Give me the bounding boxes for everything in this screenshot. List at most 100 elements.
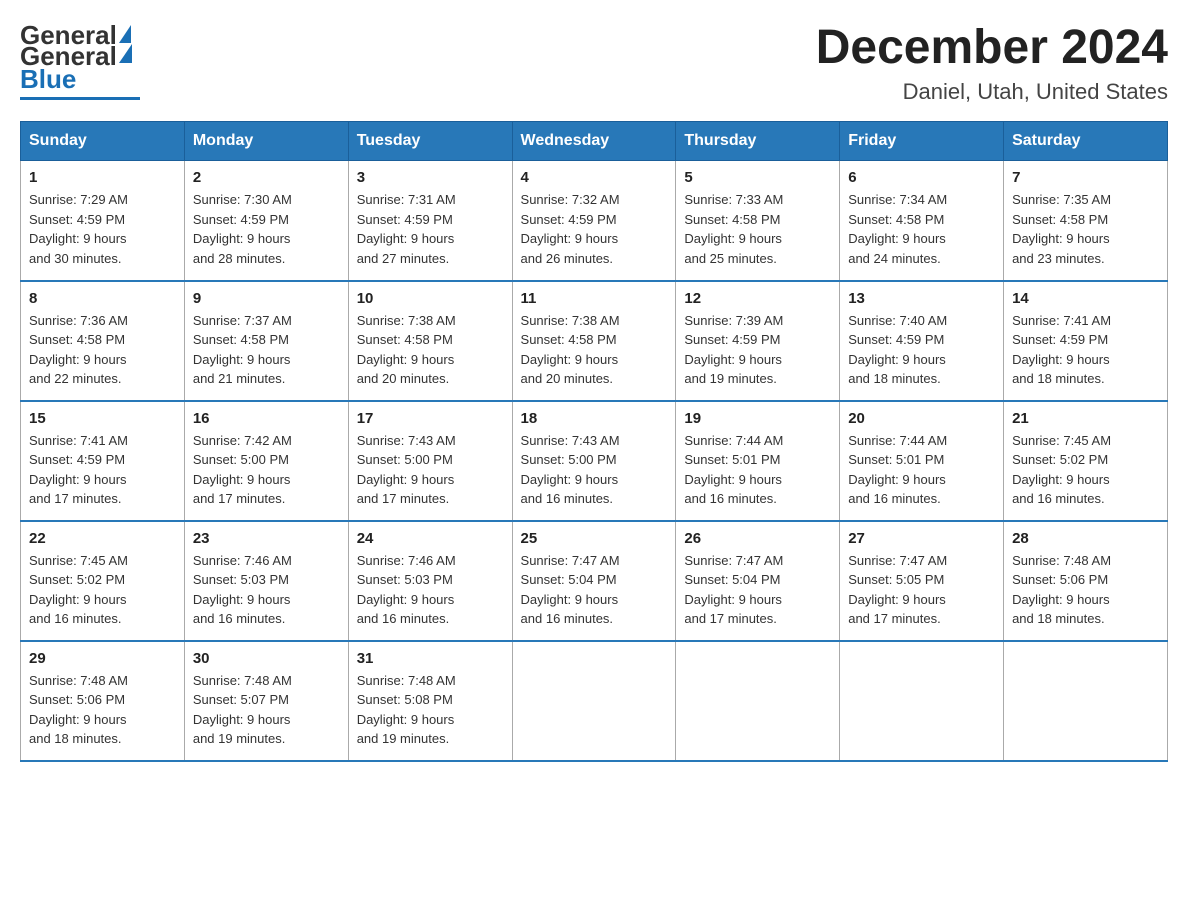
logo-triangle-icon2	[119, 44, 132, 63]
day-info: Sunrise: 7:40 AM Sunset: 4:59 PM Dayligh…	[848, 311, 995, 389]
day-number: 6	[848, 169, 995, 186]
day-number: 28	[1012, 530, 1159, 547]
calendar-cell: 10 Sunrise: 7:38 AM Sunset: 4:58 PM Dayl…	[348, 281, 512, 401]
calendar-cell	[512, 641, 676, 761]
calendar-cell: 27 Sunrise: 7:47 AM Sunset: 5:05 PM Dayl…	[840, 521, 1004, 641]
day-number: 26	[684, 530, 831, 547]
title-area: December 2024 Daniel, Utah, United State…	[816, 20, 1168, 105]
day-info: Sunrise: 7:45 AM Sunset: 5:02 PM Dayligh…	[1012, 431, 1159, 509]
location-title: Daniel, Utah, United States	[816, 79, 1168, 105]
calendar-cell: 31 Sunrise: 7:48 AM Sunset: 5:08 PM Dayl…	[348, 641, 512, 761]
day-info: Sunrise: 7:47 AM Sunset: 5:05 PM Dayligh…	[848, 551, 995, 629]
calendar-cell: 5 Sunrise: 7:33 AM Sunset: 4:58 PM Dayli…	[676, 161, 840, 281]
day-number: 5	[684, 169, 831, 186]
week-row-3: 15 Sunrise: 7:41 AM Sunset: 4:59 PM Dayl…	[21, 401, 1168, 521]
calendar-cell	[1004, 641, 1168, 761]
calendar-cell: 6 Sunrise: 7:34 AM Sunset: 4:58 PM Dayli…	[840, 161, 1004, 281]
day-info: Sunrise: 7:37 AM Sunset: 4:58 PM Dayligh…	[193, 311, 340, 389]
calendar-cell: 2 Sunrise: 7:30 AM Sunset: 4:59 PM Dayli…	[184, 161, 348, 281]
day-info: Sunrise: 7:30 AM Sunset: 4:59 PM Dayligh…	[193, 190, 340, 268]
day-number: 1	[29, 169, 176, 186]
day-info: Sunrise: 7:34 AM Sunset: 4:58 PM Dayligh…	[848, 190, 995, 268]
col-friday: Friday	[840, 122, 1004, 161]
day-info: Sunrise: 7:43 AM Sunset: 5:00 PM Dayligh…	[357, 431, 504, 509]
calendar-cell: 1 Sunrise: 7:29 AM Sunset: 4:59 PM Dayli…	[21, 161, 185, 281]
week-row-5: 29 Sunrise: 7:48 AM Sunset: 5:06 PM Dayl…	[21, 641, 1168, 761]
col-monday: Monday	[184, 122, 348, 161]
calendar-cell: 23 Sunrise: 7:46 AM Sunset: 5:03 PM Dayl…	[184, 521, 348, 641]
day-info: Sunrise: 7:35 AM Sunset: 4:58 PM Dayligh…	[1012, 190, 1159, 268]
day-info: Sunrise: 7:44 AM Sunset: 5:01 PM Dayligh…	[684, 431, 831, 509]
calendar-cell: 7 Sunrise: 7:35 AM Sunset: 4:58 PM Dayli…	[1004, 161, 1168, 281]
day-number: 8	[29, 290, 176, 307]
day-info: Sunrise: 7:45 AM Sunset: 5:02 PM Dayligh…	[29, 551, 176, 629]
calendar-cell: 19 Sunrise: 7:44 AM Sunset: 5:01 PM Dayl…	[676, 401, 840, 521]
calendar-header: Sunday Monday Tuesday Wednesday Thursday…	[21, 122, 1168, 161]
day-info: Sunrise: 7:31 AM Sunset: 4:59 PM Dayligh…	[357, 190, 504, 268]
day-number: 27	[848, 530, 995, 547]
day-info: Sunrise: 7:47 AM Sunset: 5:04 PM Dayligh…	[684, 551, 831, 629]
day-info: Sunrise: 7:41 AM Sunset: 4:59 PM Dayligh…	[1012, 311, 1159, 389]
day-info: Sunrise: 7:43 AM Sunset: 5:00 PM Dayligh…	[521, 431, 668, 509]
week-row-1: 1 Sunrise: 7:29 AM Sunset: 4:59 PM Dayli…	[21, 161, 1168, 281]
calendar-cell: 15 Sunrise: 7:41 AM Sunset: 4:59 PM Dayl…	[21, 401, 185, 521]
month-title: December 2024	[816, 20, 1168, 75]
day-info: Sunrise: 7:42 AM Sunset: 5:00 PM Dayligh…	[193, 431, 340, 509]
day-number: 20	[848, 410, 995, 427]
day-number: 3	[357, 169, 504, 186]
calendar-cell	[840, 641, 1004, 761]
calendar-cell: 9 Sunrise: 7:37 AM Sunset: 4:58 PM Dayli…	[184, 281, 348, 401]
day-info: Sunrise: 7:47 AM Sunset: 5:04 PM Dayligh…	[521, 551, 668, 629]
calendar-cell: 30 Sunrise: 7:48 AM Sunset: 5:07 PM Dayl…	[184, 641, 348, 761]
day-info: Sunrise: 7:29 AM Sunset: 4:59 PM Dayligh…	[29, 190, 176, 268]
calendar-cell: 29 Sunrise: 7:48 AM Sunset: 5:06 PM Dayl…	[21, 641, 185, 761]
day-number: 18	[521, 410, 668, 427]
calendar-cell: 3 Sunrise: 7:31 AM Sunset: 4:59 PM Dayli…	[348, 161, 512, 281]
calendar-cell: 12 Sunrise: 7:39 AM Sunset: 4:59 PM Dayl…	[676, 281, 840, 401]
calendar-body: 1 Sunrise: 7:29 AM Sunset: 4:59 PM Dayli…	[21, 161, 1168, 761]
day-number: 25	[521, 530, 668, 547]
calendar-table: Sunday Monday Tuesday Wednesday Thursday…	[20, 121, 1168, 762]
day-info: Sunrise: 7:48 AM Sunset: 5:06 PM Dayligh…	[1012, 551, 1159, 629]
calendar-cell: 13 Sunrise: 7:40 AM Sunset: 4:59 PM Dayl…	[840, 281, 1004, 401]
day-number: 19	[684, 410, 831, 427]
calendar-cell: 24 Sunrise: 7:46 AM Sunset: 5:03 PM Dayl…	[348, 521, 512, 641]
day-number: 7	[1012, 169, 1159, 186]
day-number: 11	[521, 290, 668, 307]
day-number: 12	[684, 290, 831, 307]
day-number: 9	[193, 290, 340, 307]
day-info: Sunrise: 7:33 AM Sunset: 4:58 PM Dayligh…	[684, 190, 831, 268]
page-header: General General Blue December 2024 Danie…	[20, 20, 1168, 105]
day-info: Sunrise: 7:39 AM Sunset: 4:59 PM Dayligh…	[684, 311, 831, 389]
day-number: 24	[357, 530, 504, 547]
calendar-cell: 25 Sunrise: 7:47 AM Sunset: 5:04 PM Dayl…	[512, 521, 676, 641]
day-info: Sunrise: 7:32 AM Sunset: 4:59 PM Dayligh…	[521, 190, 668, 268]
calendar-cell: 26 Sunrise: 7:47 AM Sunset: 5:04 PM Dayl…	[676, 521, 840, 641]
col-sunday: Sunday	[21, 122, 185, 161]
week-row-4: 22 Sunrise: 7:45 AM Sunset: 5:02 PM Dayl…	[21, 521, 1168, 641]
day-number: 17	[357, 410, 504, 427]
col-thursday: Thursday	[676, 122, 840, 161]
day-number: 10	[357, 290, 504, 307]
day-info: Sunrise: 7:46 AM Sunset: 5:03 PM Dayligh…	[193, 551, 340, 629]
calendar-cell: 4 Sunrise: 7:32 AM Sunset: 4:59 PM Dayli…	[512, 161, 676, 281]
day-number: 23	[193, 530, 340, 547]
day-number: 2	[193, 169, 340, 186]
day-number: 14	[1012, 290, 1159, 307]
col-tuesday: Tuesday	[348, 122, 512, 161]
col-saturday: Saturday	[1004, 122, 1168, 161]
calendar-cell: 28 Sunrise: 7:48 AM Sunset: 5:06 PM Dayl…	[1004, 521, 1168, 641]
logo-area: General General Blue	[20, 20, 140, 100]
calendar-cell: 8 Sunrise: 7:36 AM Sunset: 4:58 PM Dayli…	[21, 281, 185, 401]
day-info: Sunrise: 7:38 AM Sunset: 4:58 PM Dayligh…	[357, 311, 504, 389]
day-info: Sunrise: 7:46 AM Sunset: 5:03 PM Dayligh…	[357, 551, 504, 629]
calendar-cell: 16 Sunrise: 7:42 AM Sunset: 5:00 PM Dayl…	[184, 401, 348, 521]
day-info: Sunrise: 7:48 AM Sunset: 5:08 PM Dayligh…	[357, 671, 504, 749]
calendar-cell: 22 Sunrise: 7:45 AM Sunset: 5:02 PM Dayl…	[21, 521, 185, 641]
calendar-cell	[676, 641, 840, 761]
calendar-cell: 21 Sunrise: 7:45 AM Sunset: 5:02 PM Dayl…	[1004, 401, 1168, 521]
day-number: 16	[193, 410, 340, 427]
col-wednesday: Wednesday	[512, 122, 676, 161]
calendar-cell: 14 Sunrise: 7:41 AM Sunset: 4:59 PM Dayl…	[1004, 281, 1168, 401]
day-number: 22	[29, 530, 176, 547]
